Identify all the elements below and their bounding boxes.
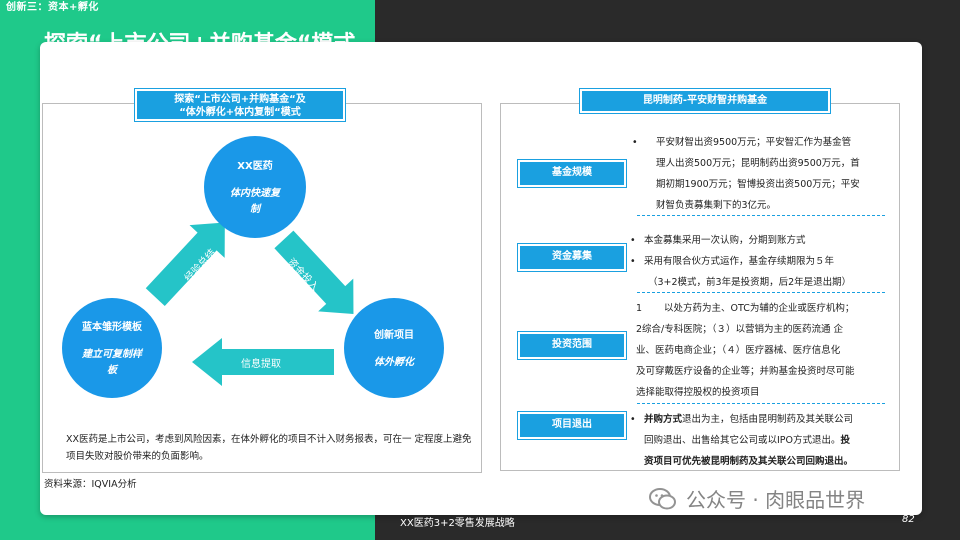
- divider-3: [637, 403, 885, 404]
- circle-right-subtitle: 体外孵化: [374, 355, 414, 371]
- fund-size-text: • 平安财智出资9500万元；平安智汇作为基金管 理人出资500万元；昆明制药出…: [632, 132, 894, 216]
- investment-scope-text: 1 以处方药为主、OTC为辅的企业或医疗机构； 2综合/专科医院；（３）以营销为…: [636, 298, 898, 403]
- bullet: •: [630, 256, 636, 267]
- left-description: XX医药是上市公司，考虑到风险因素，在体外孵化的项目不计入财务报表，可在一 定程…: [66, 434, 472, 462]
- project-exit-bold-lead: 并购方式: [644, 414, 683, 425]
- page-number: 82: [902, 514, 915, 525]
- circle-left: 蓝本雏形模板 建立可复制样 板: [62, 298, 162, 398]
- circle-top-subtitle-line-1: 体内快速复: [230, 187, 280, 199]
- fund-size-line-4: 财智负责募集剩下的3亿元。: [656, 200, 777, 211]
- fund-size-line-3: 期初期1900万元；智博投资出资500万元；平安: [656, 179, 860, 190]
- circle-top: XX医药 体内快速复 制: [204, 136, 306, 238]
- circle-right-subtitle-line-1: 体外孵化: [374, 356, 414, 368]
- project-exit-bold-prefix: 投: [840, 435, 851, 446]
- project-exit-text: • 并购方式退出为主，包括由昆明制药及其关联公司 回购退出、出售给其它公司或以I…: [630, 409, 898, 472]
- circle-top-subtitle: 体内快速复 制: [230, 186, 280, 218]
- circle-right-title: 创新项目: [374, 329, 414, 341]
- tag-project-exit: 项目退出: [517, 411, 627, 440]
- circle-left-subtitle-line-2: 板: [107, 364, 117, 376]
- divider-1: [637, 215, 885, 216]
- project-exit-line-2: 回购退出、出售给其它公司或以IPO方式退出。: [644, 435, 841, 446]
- tag-fund-size: 基金规模: [517, 159, 627, 188]
- bullet: •: [632, 137, 638, 148]
- investment-scope-line-2: 2综合/专科医院；（３）以营销为主的医药流通 企: [636, 324, 844, 335]
- fund-raising-line-2: 采用有限合伙方式运作，基金存续期限为５年: [644, 256, 835, 267]
- investment-scope-line-1: 以处方药为主、OTC为辅的企业或医疗机构；: [664, 303, 855, 314]
- bullet: •: [630, 235, 636, 246]
- footer-label: XX医药3+2零售发展战略: [400, 518, 515, 529]
- circle-left-subtitle-line-1: 建立可复制样: [82, 348, 142, 360]
- source-note: 资料来源：IQVIA分析: [44, 479, 137, 490]
- fund-size-line-1: 平安财智出资9500万元；平安智汇作为基金管: [656, 137, 852, 148]
- investment-scope-line-4: 及可穿戴医疗设备的企业等；并购基金投资时尽可能: [636, 366, 855, 377]
- circle-left-title: 蓝本雏形模板: [82, 321, 142, 333]
- project-exit-line-3: 资项目可优先被昆明制药及其关联公司回购退出。: [644, 456, 854, 467]
- project-exit-line-1: 退出为主，包括由昆明制药及其关联公司: [682, 414, 854, 425]
- right-panel-header: 昆明制药-平安财智并购基金: [579, 88, 831, 114]
- fund-raising-line-3: （3+2模式，前3年是投资期，后2年是退出期）: [648, 277, 852, 288]
- circle-right: 创新项目 体外孵化: [344, 298, 444, 398]
- investment-scope-line-5: 选择能取得控股权的投资项目: [636, 387, 760, 398]
- tag-investment-scope: 投资范围: [517, 331, 627, 360]
- tag-fund-raising: 资金募集: [517, 243, 627, 272]
- fund-size-line-2: 理人出资500万元；昆明制药出资9500万元，首: [656, 158, 860, 169]
- bullet: •: [630, 414, 636, 425]
- investment-scope-line-3: 业、医药电商企业；（４）医疗器械、医疗信息化: [636, 345, 841, 356]
- arrow-label-info: 信息提取: [241, 359, 281, 370]
- bullet: 1: [636, 303, 643, 314]
- watermark-text: 公众号 · 肉眼品世界: [686, 488, 866, 512]
- circle-top-title: XX医药: [237, 160, 273, 172]
- fund-raising-line-1: 本金募集采用一次认购，分期到账方式: [644, 235, 806, 246]
- circle-top-subtitle-line-2: 制: [250, 203, 260, 215]
- watermark: 公众号 · 肉眼品世界: [648, 484, 865, 513]
- fund-raising-text: • 本金募集采用一次认购，分期到账方式 • 采用有限合伙方式运作，基金存续期限为…: [630, 230, 898, 293]
- circle-left-subtitle: 建立可复制样 板: [82, 347, 142, 379]
- divider-2: [637, 292, 885, 293]
- wechat-icon: [649, 487, 676, 509]
